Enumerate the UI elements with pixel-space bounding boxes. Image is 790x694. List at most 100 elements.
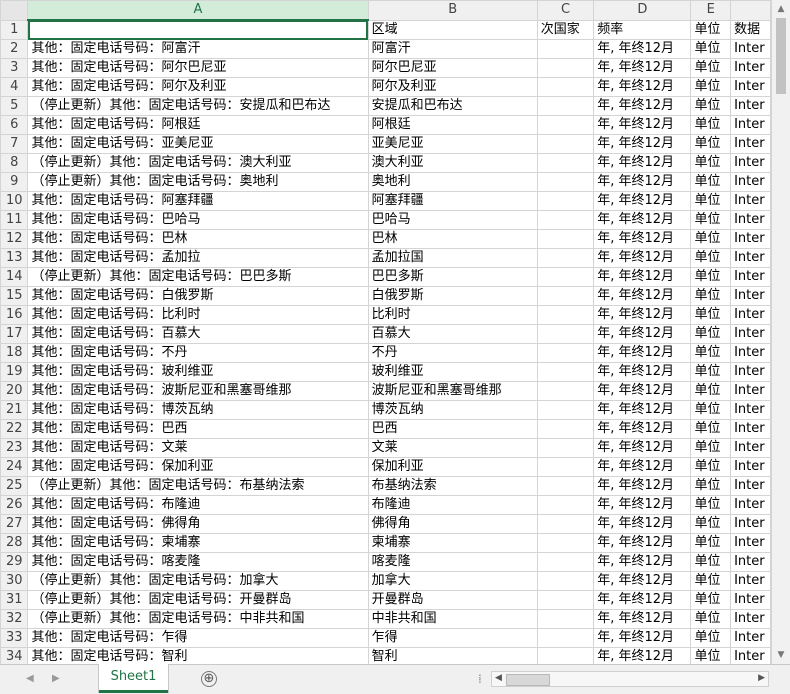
cell-b[interactable]: 巴哈马 (367, 210, 538, 230)
row-number[interactable]: 23 (0, 438, 29, 458)
cell-a[interactable]: 其他：固定电话号码：玻利维亚 (27, 362, 369, 382)
row-number[interactable]: 25 (0, 476, 29, 496)
cell-d[interactable]: 年, 年终12月 (593, 590, 692, 610)
cell-a[interactable]: 其他：固定电话号码：柬埔寨 (27, 533, 369, 553)
cell-f[interactable]: Inter (730, 248, 771, 268)
cell-e[interactable]: 单位 (690, 419, 732, 439)
cell-b[interactable]: 奥地利 (367, 172, 538, 192)
cell-d[interactable]: 年, 年终12月 (593, 343, 692, 363)
row-number[interactable]: 22 (0, 419, 29, 439)
cell-f[interactable]: Inter (730, 533, 771, 553)
row-number[interactable]: 30 (0, 571, 29, 591)
cell-e[interactable]: 单位 (690, 343, 732, 363)
row-number[interactable]: 15 (0, 286, 29, 306)
cell-e[interactable]: 单位 (690, 647, 732, 664)
cell-f[interactable]: 数据 (730, 19, 771, 40)
cell-e[interactable]: 单位 (690, 381, 732, 401)
cell-d[interactable]: 年, 年终12月 (593, 552, 692, 572)
row-number[interactable]: 32 (0, 609, 29, 629)
cell-d[interactable]: 年, 年终12月 (593, 172, 692, 192)
cell-e[interactable]: 单位 (690, 96, 732, 116)
cell-a[interactable]: （停止更新）其他：固定电话号码：澳大利亚 (27, 153, 369, 173)
cell-b[interactable]: 玻利维亚 (367, 362, 538, 382)
cell-c[interactable] (536, 419, 595, 439)
cell-f[interactable]: Inter (730, 77, 771, 97)
row-number[interactable]: 20 (0, 381, 29, 401)
cell-a[interactable] (27, 19, 369, 40)
cell-f[interactable]: Inter (730, 647, 771, 664)
column-header-e[interactable]: E (690, 0, 732, 21)
cell-f[interactable]: Inter (730, 514, 771, 534)
cell-e[interactable]: 单位 (690, 552, 732, 572)
add-sheet-icon[interactable]: ⊕ (201, 671, 217, 687)
cell-e[interactable]: 单位 (690, 229, 732, 249)
cell-d[interactable]: 年, 年终12月 (593, 362, 692, 382)
cell-d[interactable]: 频率 (593, 19, 692, 40)
cell-b[interactable]: 佛得角 (367, 514, 538, 534)
cell-f[interactable]: Inter (730, 609, 771, 629)
cell-c[interactable] (536, 381, 595, 401)
cell-c[interactable] (536, 210, 595, 230)
cell-c[interactable] (536, 267, 595, 287)
cell-a[interactable]: 其他：固定电话号码：亚美尼亚 (27, 134, 369, 154)
cell-e[interactable]: 单位 (690, 172, 732, 192)
cell-a[interactable]: 其他：固定电话号码：佛得角 (27, 514, 369, 534)
cell-f[interactable]: Inter (730, 343, 771, 363)
cell-f[interactable]: Inter (730, 267, 771, 287)
cell-d[interactable]: 年, 年终12月 (593, 77, 692, 97)
cell-a[interactable]: 其他：固定电话号码：阿根廷 (27, 115, 369, 135)
cell-b[interactable]: 巴西 (367, 419, 538, 439)
cell-a[interactable]: （停止更新）其他：固定电话号码：巴巴多斯 (27, 267, 369, 287)
cell-b[interactable]: 孟加拉国 (367, 248, 538, 268)
row-number[interactable]: 14 (0, 267, 29, 287)
cell-e[interactable]: 单位 (690, 19, 732, 40)
cell-d[interactable]: 年, 年终12月 (593, 438, 692, 458)
cell-f[interactable]: Inter (730, 400, 771, 420)
cell-a[interactable]: 其他：固定电话号码：白俄罗斯 (27, 286, 369, 306)
cell-e[interactable]: 单位 (690, 571, 732, 591)
row-number[interactable]: 31 (0, 590, 29, 610)
row-number[interactable]: 19 (0, 362, 29, 382)
next-sheet-icon[interactable]: ▶ (52, 673, 60, 684)
row-number[interactable]: 13 (0, 248, 29, 268)
cell-e[interactable]: 单位 (690, 495, 732, 515)
row-number[interactable]: 17 (0, 324, 29, 344)
cell-d[interactable]: 年, 年终12月 (593, 495, 692, 515)
cell-a[interactable]: 其他：固定电话号码：孟加拉 (27, 248, 369, 268)
cell-e[interactable]: 单位 (690, 609, 732, 629)
cell-e[interactable]: 单位 (690, 115, 732, 135)
cell-b[interactable]: 保加利亚 (367, 457, 538, 477)
cell-c[interactable] (536, 438, 595, 458)
cell-b[interactable]: 阿尔及利亚 (367, 77, 538, 97)
cell-a[interactable]: （停止更新）其他：固定电话号码：布基纳法索 (27, 476, 369, 496)
cell-d[interactable]: 年, 年终12月 (593, 609, 692, 629)
cell-e[interactable]: 单位 (690, 533, 732, 553)
cell-a[interactable]: 其他：固定电话号码：喀麦隆 (27, 552, 369, 572)
cell-f[interactable]: Inter (730, 39, 771, 59)
cell-b[interactable]: 不丹 (367, 343, 538, 363)
cell-d[interactable]: 年, 年终12月 (593, 647, 692, 664)
cell-a[interactable]: （停止更新）其他：固定电话号码：中非共和国 (27, 609, 369, 629)
cell-d[interactable]: 年, 年终12月 (593, 476, 692, 496)
row-number[interactable]: 5 (0, 96, 29, 116)
row-number[interactable]: 8 (0, 153, 29, 173)
cell-e[interactable]: 单位 (690, 362, 732, 382)
cell-a[interactable]: 其他：固定电话号码：波斯尼亚和黑塞哥维那 (27, 381, 369, 401)
cell-c[interactable] (536, 476, 595, 496)
cell-d[interactable]: 年, 年终12月 (593, 324, 692, 344)
cell-d[interactable]: 年, 年终12月 (593, 134, 692, 154)
cell-c[interactable] (536, 609, 595, 629)
row-number[interactable]: 29 (0, 552, 29, 572)
row-number[interactable]: 28 (0, 533, 29, 553)
cell-b[interactable]: 智利 (367, 647, 538, 664)
cell-c[interactable] (536, 153, 595, 173)
cell-b[interactable]: 比利时 (367, 305, 538, 325)
row-number[interactable]: 12 (0, 229, 29, 249)
cell-d[interactable]: 年, 年终12月 (593, 229, 692, 249)
cell-e[interactable]: 单位 (690, 267, 732, 287)
cell-e[interactable]: 单位 (690, 286, 732, 306)
cell-a[interactable]: 其他：固定电话号码：百慕大 (27, 324, 369, 344)
cell-f[interactable]: Inter (730, 438, 771, 458)
row-number[interactable]: 24 (0, 457, 29, 477)
cell-d[interactable]: 年, 年终12月 (593, 58, 692, 78)
